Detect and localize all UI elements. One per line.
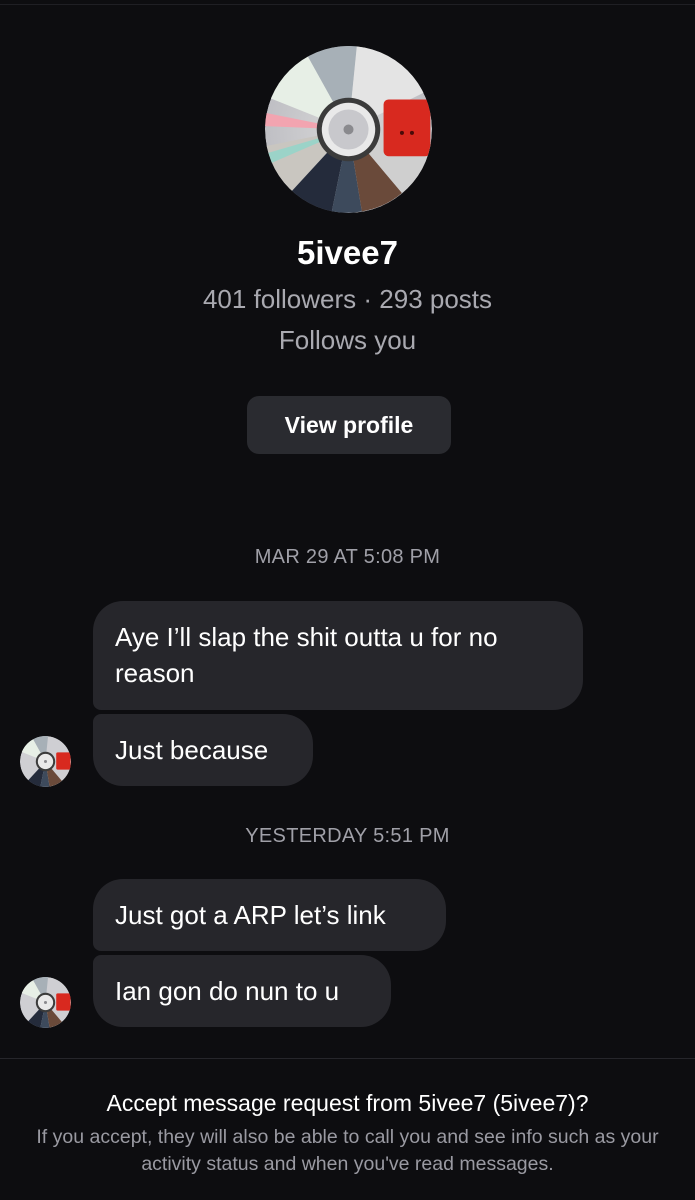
profile-avatar[interactable] xyxy=(265,46,432,213)
message-request-title: Accept message request from 5ivee7 (5ive… xyxy=(106,1090,589,1116)
message-bubble[interactable]: Just because xyxy=(93,714,313,786)
footer-divider xyxy=(0,1058,695,1059)
message-bubble[interactable]: Just got a ARP let’s link xyxy=(93,879,446,951)
message-text: Just because xyxy=(115,735,269,765)
profile-stats: 401 followers · 293 posts xyxy=(202,284,493,314)
sender-avatar[interactable] xyxy=(20,736,71,787)
profile-name: 5ivee7 xyxy=(297,234,398,271)
message-text: Aye I’ll slap the shit outta u for no re… xyxy=(115,622,498,688)
follows-you-label: Follows you xyxy=(278,325,417,355)
cd-disc-icon xyxy=(20,736,71,787)
cd-disc-icon xyxy=(20,977,71,1028)
top-divider xyxy=(0,4,695,5)
message-request-info: If you accept, they will also be able to… xyxy=(36,1126,659,1175)
sender-avatar[interactable] xyxy=(20,977,71,1028)
message-bubble[interactable]: Ian gon do nun to u xyxy=(93,955,391,1027)
message-text: Ian gon do nun to u xyxy=(115,976,340,1006)
message-timestamp: YESTERDAY 5:51 PM xyxy=(245,825,450,847)
cd-disc-icon xyxy=(265,46,432,213)
view-profile-button[interactable]: View profile xyxy=(247,396,451,454)
message-bubble[interactable]: Aye I’ll slap the shit outta u for no re… xyxy=(93,601,583,710)
message-timestamp: MAR 29 AT 5:08 PM xyxy=(254,546,441,568)
message-text: Just got a ARP let’s link xyxy=(115,900,386,930)
